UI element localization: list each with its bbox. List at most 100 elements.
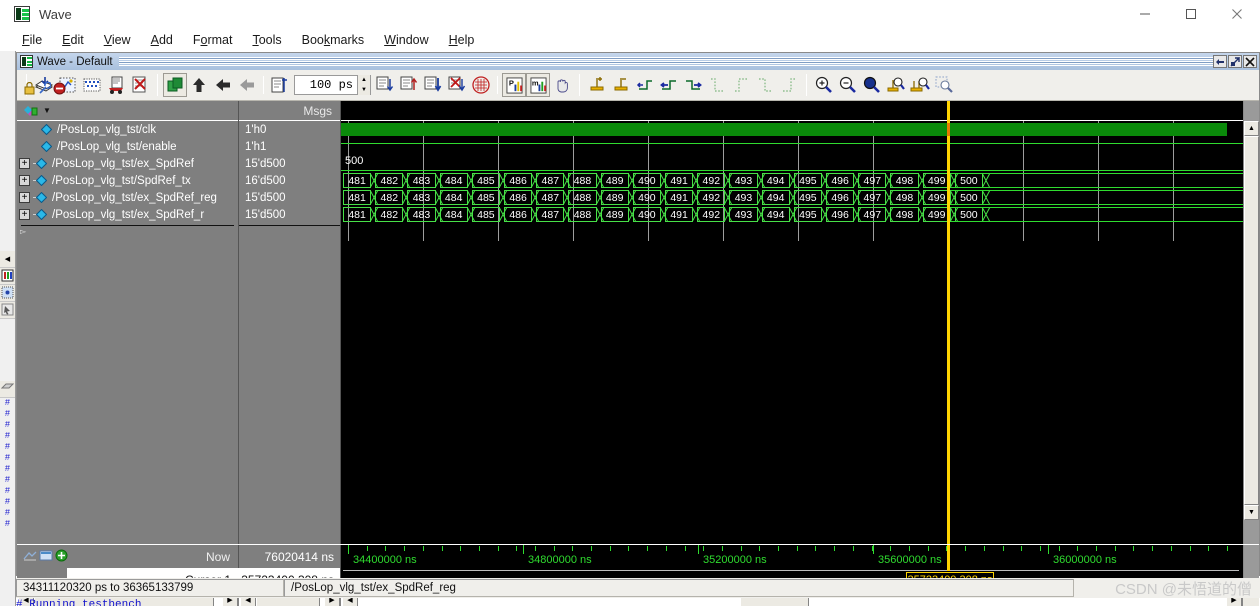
menu-window[interactable]: Window bbox=[374, 31, 438, 49]
delete-icon[interactable] bbox=[128, 73, 152, 97]
waveform-bus-cell: 483 bbox=[407, 207, 436, 222]
expand-button-2[interactable]: + bbox=[19, 158, 30, 169]
profile-icon[interactable]: P bbox=[502, 73, 526, 97]
zoom-mode-icon[interactable] bbox=[23, 549, 37, 565]
run-icon[interactable] bbox=[104, 73, 128, 97]
menu-add[interactable]: Add bbox=[141, 31, 183, 49]
memory-icon[interactable]: m bbox=[526, 73, 550, 97]
menu-format[interactable]: Format bbox=[183, 31, 243, 49]
signal-row-4[interactable]: + /PosLop_vlg_tst/ex_SpdRef_reg bbox=[17, 189, 238, 206]
menu-edit[interactable]: Edit bbox=[52, 31, 94, 49]
wrench-icon[interactable] bbox=[38, 81, 52, 98]
left-panel-icon[interactable] bbox=[0, 381, 15, 398]
vscroll-track[interactable] bbox=[1244, 136, 1259, 505]
up-arrow-icon[interactable] bbox=[187, 73, 211, 97]
zoom-spinner[interactable]: ▲ ▼ bbox=[294, 75, 371, 95]
copy-icon[interactable] bbox=[163, 73, 187, 97]
expander-placeholder-0 bbox=[27, 124, 38, 135]
zoom-input[interactable] bbox=[295, 76, 357, 94]
lock-icon[interactable] bbox=[23, 81, 36, 98]
toolbar-separator-2 bbox=[579, 74, 580, 96]
vscroll-up-button[interactable]: ▲ bbox=[1244, 121, 1259, 136]
maximize-button[interactable] bbox=[1168, 0, 1214, 29]
find-prev-edge-icon[interactable] bbox=[657, 73, 681, 97]
left-arrow-icon[interactable] bbox=[211, 73, 235, 97]
menu-help[interactable]: Help bbox=[439, 31, 485, 49]
mdi-maximize-button[interactable] bbox=[1228, 55, 1242, 68]
hand-tool-icon[interactable] bbox=[550, 73, 574, 97]
insert-cursor-icon[interactable] bbox=[268, 73, 292, 97]
insert-before-icon[interactable] bbox=[373, 73, 397, 97]
wave-mdi-titlebar[interactable]: Wave - Default bbox=[17, 53, 1259, 70]
axis-minor-tick bbox=[909, 546, 910, 551]
left-pointer-icon[interactable] bbox=[0, 302, 15, 319]
left-vertical-toolbar: ◀ # # # # # # # # # # # # bbox=[0, 51, 16, 606]
axis-minor-tick bbox=[367, 546, 368, 551]
mdi-close-button[interactable] bbox=[1243, 55, 1257, 68]
menu-view[interactable]: View bbox=[94, 31, 141, 49]
waveform-bus-cell: 496 bbox=[826, 207, 855, 222]
mdi-undock-button[interactable] bbox=[1213, 55, 1227, 68]
signal-name-label-5: /PosLop_vlg_tst/ex_SpdRef_r bbox=[52, 208, 205, 221]
remove-cursor-red-icon[interactable] bbox=[53, 82, 66, 98]
axis-cursor-line[interactable] bbox=[947, 545, 950, 571]
menu-bookmarks[interactable]: Bookmarks bbox=[292, 31, 375, 49]
signal-row-1[interactable]: /PosLop_vlg_tst/enable bbox=[17, 138, 238, 155]
left-waveform-icon[interactable] bbox=[0, 268, 15, 285]
cursor-line[interactable] bbox=[947, 101, 950, 544]
zoom-spinner-arrows[interactable]: ▲ ▼ bbox=[357, 75, 370, 95]
waveform-bus-cell: 492 bbox=[697, 173, 726, 188]
modelsim-wave-window: Wave FFileile Edit View Add Format Tools… bbox=[0, 0, 1260, 606]
zoom-cursor-icon[interactable] bbox=[884, 73, 908, 97]
remove-cursor-icon[interactable] bbox=[609, 73, 633, 97]
console-hash-1: # bbox=[4, 398, 11, 408]
vscroll-thumb[interactable] bbox=[1244, 136, 1259, 505]
toggle-leaf-icon[interactable] bbox=[39, 549, 53, 565]
add-cursor-green-icon[interactable] bbox=[55, 549, 68, 565]
close-button[interactable] bbox=[1214, 0, 1260, 29]
menu-file[interactable]: FFileile bbox=[12, 31, 52, 49]
zoom-in-icon[interactable] bbox=[812, 73, 836, 97]
signal-row-5[interactable]: + /PosLop_vlg_tst/ex_SpdRef_r bbox=[17, 206, 238, 223]
expand-button-5[interactable]: + bbox=[19, 209, 30, 220]
insert-below-icon[interactable] bbox=[421, 73, 445, 97]
find-any-icon[interactable] bbox=[753, 73, 777, 97]
grid-icon[interactable] bbox=[469, 73, 493, 97]
forward-icon[interactable] bbox=[235, 73, 259, 97]
waveform-bus-cell: 495 bbox=[793, 173, 822, 188]
waveform-bus-cell: 493 bbox=[729, 173, 758, 188]
zoom-full-icon[interactable] bbox=[860, 73, 884, 97]
waveform-vertical-scrollbar[interactable]: ▲ ▼ bbox=[1243, 101, 1259, 544]
menu-tools[interactable]: Tools bbox=[242, 31, 291, 49]
left-collapse-icon[interactable]: ◀ bbox=[0, 251, 15, 268]
find-rising-icon[interactable] bbox=[729, 73, 753, 97]
insert-after-icon[interactable] bbox=[397, 73, 421, 97]
signal-row-2[interactable]: + /PosLop_vlg_tst/ex_SpdRef bbox=[17, 155, 238, 172]
axis-tick-label: 35600000 ns bbox=[878, 554, 942, 566]
vscroll-down-button[interactable]: ▼ bbox=[1244, 505, 1259, 520]
wave-objects-icon[interactable]: ▼ bbox=[23, 104, 51, 118]
add-cursor-icon[interactable] bbox=[585, 73, 609, 97]
find-falling-icon[interactable] bbox=[705, 73, 729, 97]
zoom-select-icon[interactable] bbox=[932, 73, 956, 97]
waveform-bus-cell: 481 bbox=[343, 173, 372, 188]
signal-row-3[interactable]: + /PosLop_vlg_tst/SpdRef_tx bbox=[17, 172, 238, 189]
zoom-spinner-up[interactable]: ▲ bbox=[358, 75, 370, 85]
zoom-out-icon[interactable] bbox=[836, 73, 860, 97]
signal-row-0[interactable]: /PosLop_vlg_tst/clk bbox=[17, 121, 238, 138]
names-resize-handle[interactable]: ▻ bbox=[20, 227, 26, 236]
find-prev-transition-icon[interactable] bbox=[633, 73, 657, 97]
expand-button-3[interactable]: + bbox=[19, 175, 30, 186]
find-next-edge-icon[interactable] bbox=[681, 73, 705, 97]
waveform-canvas[interactable]: 500 481 482 483 484 485 486 487 488 489 4… bbox=[341, 101, 1243, 544]
zoom-range-icon[interactable] bbox=[908, 73, 932, 97]
expand-button-4[interactable]: + bbox=[19, 192, 30, 203]
left-grid-icon[interactable] bbox=[0, 285, 15, 302]
minimize-button[interactable] bbox=[1122, 0, 1168, 29]
simulate-icon[interactable] bbox=[80, 73, 104, 97]
waveform-pane[interactable]: 500 481 482 483 484 485 486 487 488 489 4… bbox=[341, 101, 1243, 544]
waveform-bus-cell: 495 bbox=[793, 190, 822, 205]
find-last-icon[interactable] bbox=[777, 73, 801, 97]
zoom-spinner-down[interactable]: ▼ bbox=[358, 85, 370, 95]
delete-cursor-icon[interactable] bbox=[445, 73, 469, 97]
